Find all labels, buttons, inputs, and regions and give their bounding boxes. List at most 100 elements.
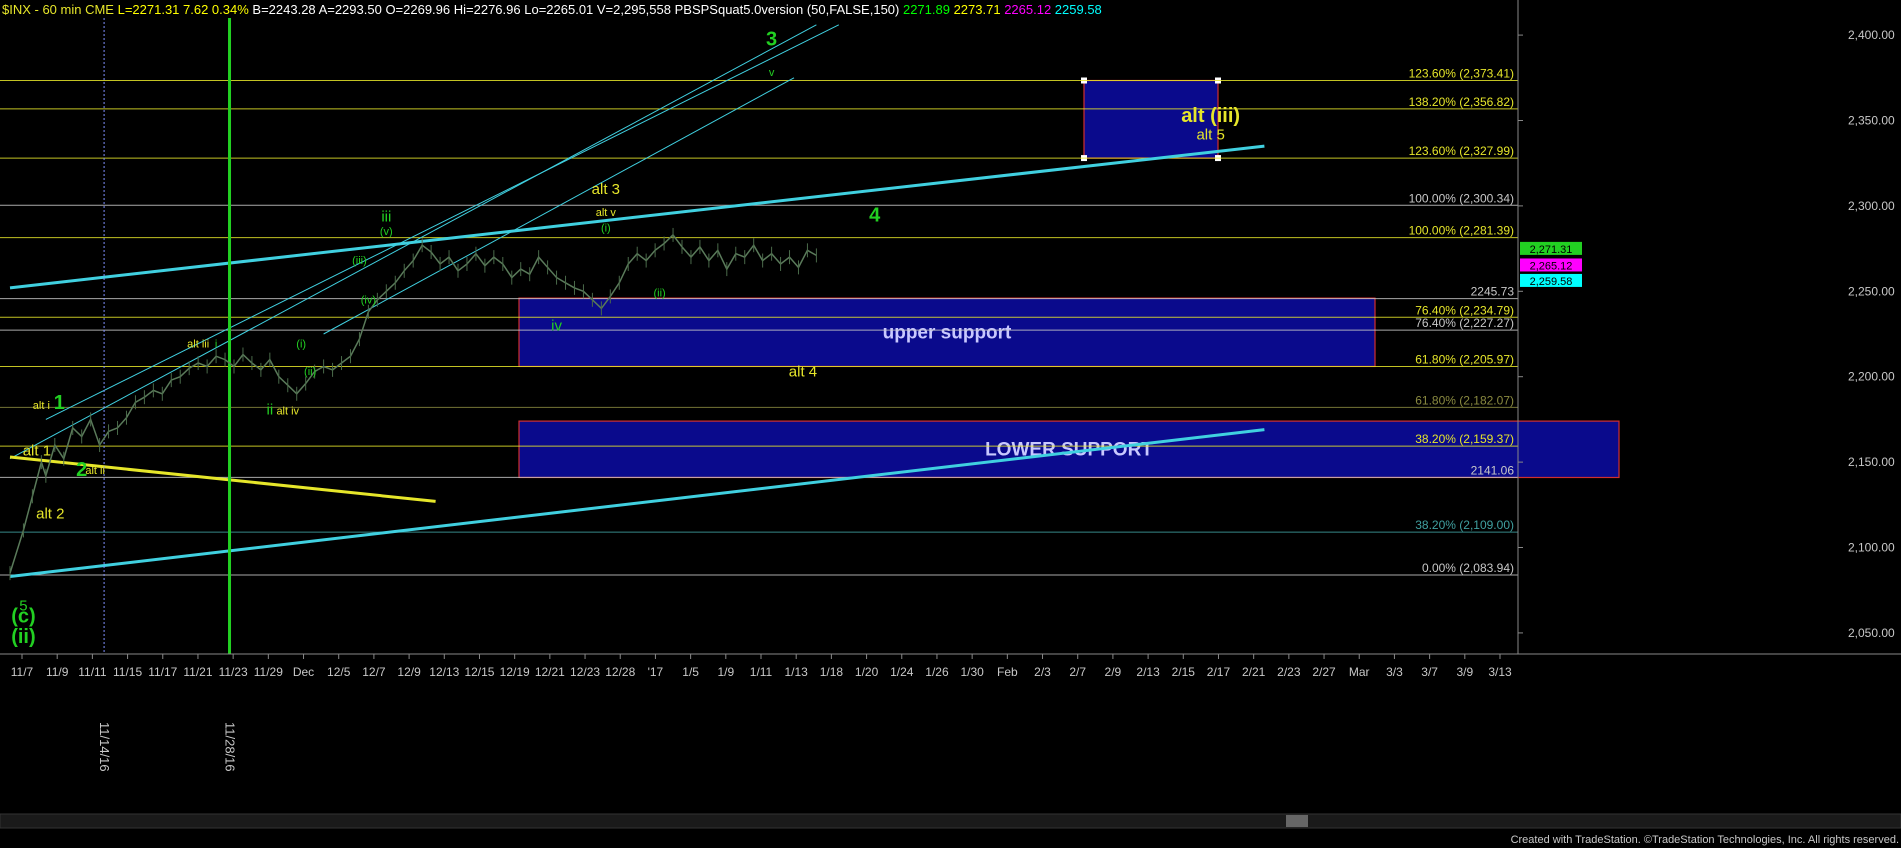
fib-level-label: 138.20% (2,356.82) (1409, 95, 1514, 109)
x-tick-label: 1/30 (960, 665, 984, 679)
price-tags: 2,271.31 2,265.12 2,259.58 (1520, 241, 1582, 288)
chart-header: $INX - 60 min CME L=2271.31 7.62 0.34% B… (2, 2, 1102, 17)
wave-label: (i) (601, 223, 611, 235)
x-tick-label: 2/3 (1034, 665, 1051, 679)
header-value: 2265.12 (1004, 2, 1055, 17)
header-value: Hi=2276.96 (454, 2, 524, 17)
wave-label: 1 (54, 392, 65, 414)
x-tick-label: 1/18 (820, 665, 844, 679)
y-tick-label: 2,200.00 (1848, 370, 1895, 384)
x-tick-label: 11/7 (11, 665, 34, 679)
wave-label: (ii) (11, 626, 35, 648)
x-tick-label: 1/20 (855, 665, 879, 679)
fib-level-label: 123.60% (2,327.99) (1409, 144, 1514, 158)
x-tick-label: 2/23 (1277, 665, 1301, 679)
wave-label: alt 1 (23, 442, 51, 459)
wave-label: (c) (11, 606, 35, 628)
fib-level-label: 2245.73 (1471, 285, 1515, 299)
x-tick-label: 12/15 (464, 665, 494, 679)
price-tag-label: 2,271.31 (1530, 244, 1573, 256)
header-value: PBSPSquat5.0version (50,FALSE,150) (675, 2, 903, 17)
x-tick-label: Feb (997, 665, 1018, 679)
y-tick-label: 2,050.00 (1848, 626, 1895, 640)
x-tick-label: Mar (1349, 665, 1370, 679)
x-tick-label: 11/29 (254, 665, 283, 679)
x-tick-label: 2/7 (1069, 665, 1086, 679)
y-tick-label: 2,300.00 (1848, 199, 1895, 213)
x-tick-label: 12/7 (362, 665, 386, 679)
wave-label: 4 (869, 204, 881, 226)
wave-label: alt iii (187, 339, 209, 351)
y-tick-label: 2,100.00 (1848, 541, 1895, 555)
vertical-marker-label: 11/14/16 (97, 722, 112, 772)
x-tick-label: Dec (293, 665, 314, 679)
wave-label: alt 5 (1196, 126, 1224, 143)
wave-label: iii (381, 208, 391, 225)
fib-level-label: 123.60% (2,373.41) (1409, 66, 1514, 80)
x-tick-label: 12/5 (327, 665, 351, 679)
x-tick-label: 11/9 (46, 665, 69, 679)
x-tick-label: 3/7 (1421, 665, 1438, 679)
zone-label: upper support (883, 322, 1012, 343)
fib-level-label: 38.20% (2,109.00) (1415, 518, 1514, 532)
price-chart: upper support LOWER SUPPORT 123.60% (2,37… (0, 0, 1901, 848)
wave-label: 3 (766, 28, 777, 50)
wave-label: alt 3 (592, 181, 620, 198)
fib-level-label: 76.40% (2,227.27) (1415, 316, 1514, 330)
fib-level-label: 0.00% (2,083.94) (1422, 561, 1514, 575)
x-tick-label: 2/13 (1136, 665, 1160, 679)
wave-label: ii (267, 401, 274, 418)
x-tick-label: 2/17 (1207, 665, 1231, 679)
x-tick-label: 12/13 (429, 665, 459, 679)
header-value: L=2271.31 7.62 0.34% (118, 2, 253, 17)
x-tick-label: 1/11 (750, 665, 773, 679)
price-tag-label: 2,259.58 (1530, 276, 1573, 288)
x-tick-label: 2/21 (1242, 665, 1266, 679)
x-tick-label: 12/23 (570, 665, 600, 679)
x-tick-label: 12/19 (500, 665, 530, 679)
footer-credit: Created with TradeStation. ©TradeStation… (1511, 834, 1899, 846)
scrollbar-thumb[interactable] (1286, 815, 1308, 827)
wave-label: alt iv (276, 405, 299, 417)
x-tick-label: 11/15 (113, 665, 142, 679)
header-value: V=2,295,558 (597, 2, 675, 17)
header-value: A=2293.50 (319, 2, 386, 17)
y-tick-label: 2,250.00 (1848, 284, 1895, 298)
wave-label: alt 4 (789, 364, 817, 381)
wave-label: v (769, 67, 775, 79)
wave-label: alt v (596, 207, 617, 219)
x-tick-label: 1/26 (925, 665, 949, 679)
header-value: 2273.71 (954, 2, 1005, 17)
wave-label: i (215, 339, 217, 351)
x-tick-label: 11/23 (219, 665, 248, 679)
x-tick-label: 3/9 (1456, 665, 1473, 679)
header-value: O=2269.96 (385, 2, 453, 17)
fib-level-label: 100.00% (2,281.39) (1409, 224, 1514, 238)
x-tick-label: 12/21 (535, 665, 565, 679)
wave-label: (ii) (304, 366, 316, 378)
fib-level-label: 2141.06 (1471, 463, 1515, 477)
fib-level-label: 61.80% (2,182.07) (1415, 393, 1514, 407)
wave-label: alt ii (85, 465, 105, 477)
x-tick-label: 1/13 (785, 665, 809, 679)
fib-level-label: 100.00% (2,300.34) (1409, 191, 1514, 205)
y-tick-label: 2,350.00 (1848, 113, 1895, 127)
x-tick-label: 3/3 (1386, 665, 1403, 679)
vertical-marker-label: 11/28/16 (223, 722, 238, 772)
x-tick-label: 11/11 (78, 665, 107, 679)
price-tag-label: 2,265.12 (1530, 260, 1573, 272)
wave-label: alt 2 (36, 505, 64, 522)
y-tick-label: 2,150.00 (1848, 455, 1895, 469)
header-value: B=2243.28 (252, 2, 318, 17)
wave-label: (iii) (352, 255, 367, 267)
zone-label: LOWER SUPPORT (985, 439, 1153, 460)
wave-label: (v) (380, 226, 393, 238)
x-tick-label: 11/21 (183, 665, 212, 679)
wave-label: alt (iii) (1181, 105, 1240, 127)
x-tick-label: 12/9 (397, 665, 421, 679)
wave-label: alt i (33, 400, 50, 412)
x-tick-label: '17 (648, 665, 664, 679)
header-value: Lo=2265.01 (524, 2, 597, 17)
horizontal-scrollbar[interactable] (0, 813, 1901, 829)
wave-label: iv (551, 318, 562, 335)
